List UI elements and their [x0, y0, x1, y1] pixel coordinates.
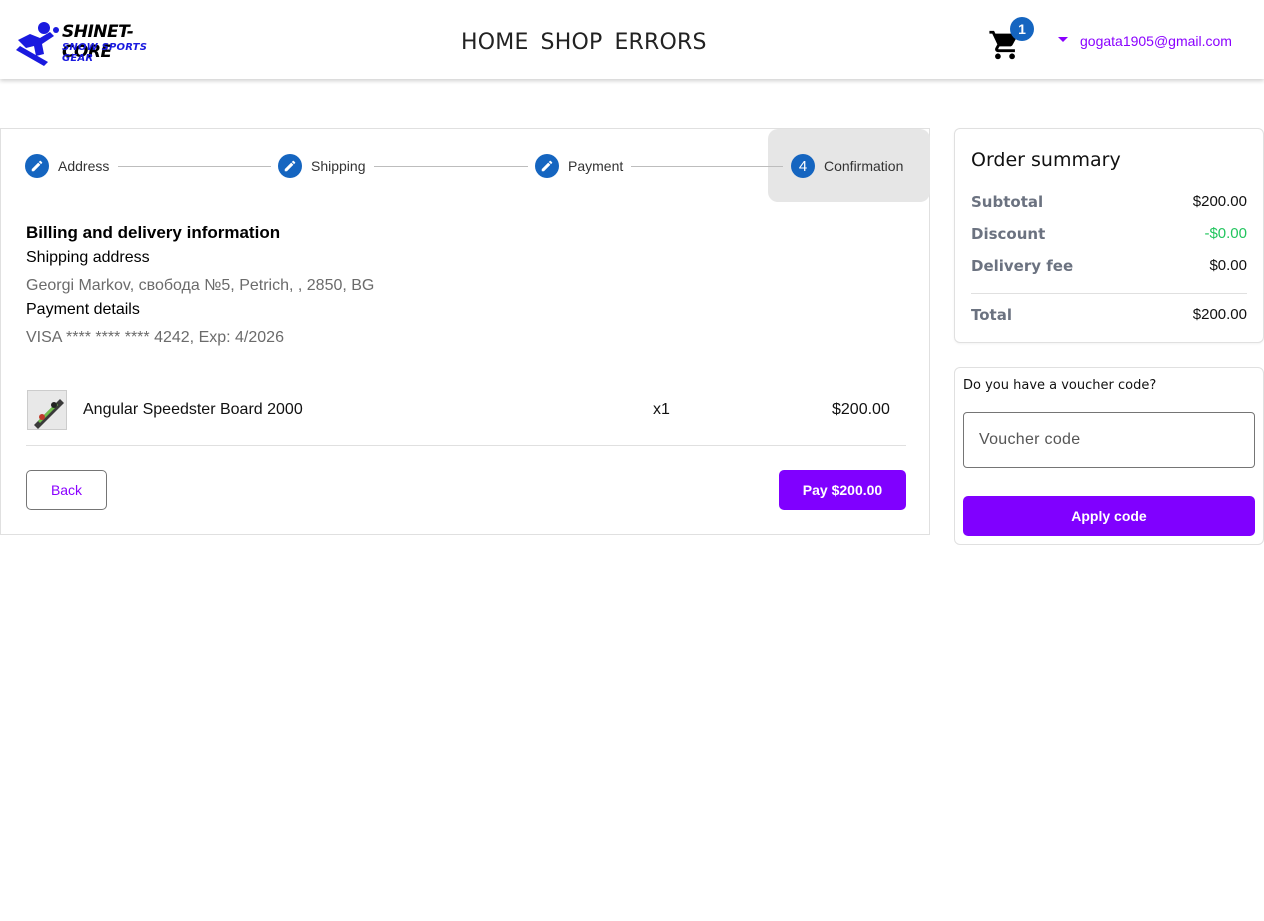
discount-row: Discount -$0.00 [971, 225, 1247, 245]
order-summary-title: Order summary [971, 149, 1121, 171]
shipping-address-value: Georgi Markov, свобода №5, Petrich, , 28… [26, 277, 375, 294]
step-confirmation[interactable]: 4 Confirmation [791, 154, 903, 178]
discount-value: -$0.00 [1204, 225, 1247, 242]
step-label: Shipping [311, 158, 366, 174]
nav-errors[interactable]: ERRORS [614, 30, 706, 55]
cart-count-badge: 1 [1010, 17, 1034, 41]
top-header: SHINET-CORE SNOW SPORTS GEAR HOME SHOP E… [0, 0, 1264, 79]
back-button[interactable]: Back [26, 470, 107, 510]
step-address[interactable]: Address [25, 154, 109, 178]
step-connector [631, 166, 783, 167]
caret-down-icon[interactable] [1058, 37, 1068, 42]
voucher-card: Do you have a voucher code? Apply code [954, 367, 1264, 545]
checkout-card: Address Shipping Payment 4 Confirmation … [0, 128, 930, 535]
pay-button[interactable]: Pay $200.00 [779, 470, 906, 510]
shipping-address-label: Shipping address [26, 249, 150, 266]
step-number: 4 [791, 154, 815, 178]
delivery-fee-row: Delivery fee $0.00 [971, 257, 1247, 277]
subtotal-value: $200.00 [1192, 193, 1247, 210]
pencil-icon [278, 154, 302, 178]
step-label: Payment [568, 158, 624, 174]
step-shipping[interactable]: Shipping [278, 154, 366, 178]
pencil-icon [535, 154, 559, 178]
subtotal-row: Subtotal $200.00 [971, 193, 1247, 213]
billing-title: Billing and delivery information [26, 223, 281, 242]
nav-home[interactable]: HOME [461, 30, 529, 55]
payment-details-value: VISA **** **** **** 4242, Exp: 4/2026 [26, 329, 284, 346]
step-label: Address [58, 158, 110, 174]
product-quantity: x1 [653, 401, 670, 418]
order-summary-card: Order summary Subtotal $200.00 Discount … [954, 128, 1264, 343]
delivery-fee-label: Delivery fee [971, 257, 1074, 275]
order-item-row: Angular Speedster Board 2000 x1 $200.00 [26, 389, 906, 446]
summary-divider [971, 293, 1247, 294]
voucher-code-input[interactable] [963, 412, 1255, 468]
main-nav: HOME SHOP ERRORS [461, 30, 707, 55]
brand-logo[interactable]: SHINET-CORE SNOW SPORTS GEAR [14, 20, 174, 68]
delivery-fee-value: $0.00 [1209, 257, 1247, 274]
user-menu[interactable]: gogata1905@gmail.com [1080, 33, 1232, 49]
logo-subtitle: SNOW SPORTS GEAR [62, 42, 148, 64]
total-label: Total [971, 306, 1012, 324]
snowboarder-icon [16, 22, 59, 66]
voucher-question: Do you have a voucher code? [963, 378, 1157, 393]
nav-shop[interactable]: SHOP [541, 30, 603, 55]
step-label: Confirmation [824, 158, 904, 174]
pencil-icon [25, 154, 49, 178]
apply-code-button[interactable]: Apply code [963, 496, 1255, 536]
step-connector [374, 166, 528, 167]
step-connector [118, 166, 271, 167]
step-payment[interactable]: Payment [535, 154, 623, 178]
payment-details-label: Payment details [26, 301, 140, 318]
total-value: $200.00 [1192, 306, 1247, 323]
product-thumbnail [27, 390, 67, 430]
product-price: $200.00 [832, 401, 890, 418]
discount-label: Discount [971, 225, 1046, 243]
product-name: Angular Speedster Board 2000 [83, 401, 303, 418]
subtotal-label: Subtotal [971, 193, 1044, 211]
total-row: Total $200.00 [971, 306, 1247, 326]
checkout-stepper: Address Shipping Payment 4 Confirmation [1, 129, 930, 202]
